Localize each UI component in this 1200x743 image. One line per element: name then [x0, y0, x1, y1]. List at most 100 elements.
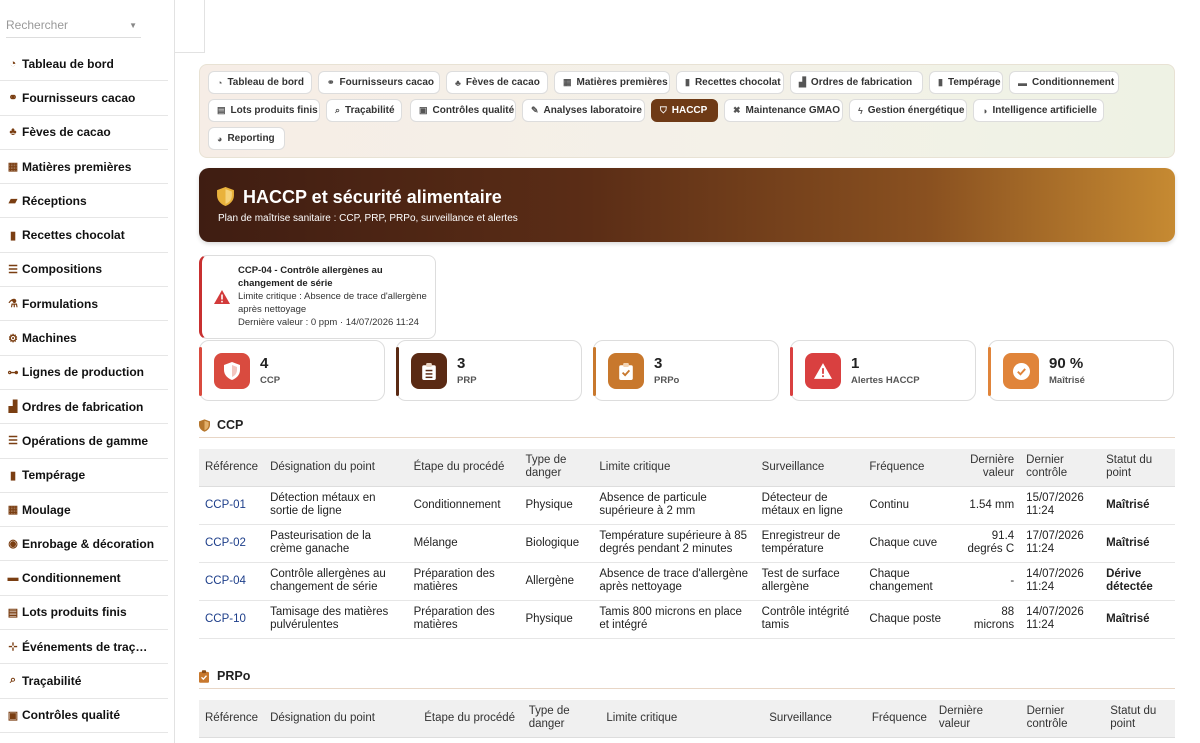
column-header[interactable]: Statut du point [1104, 700, 1175, 738]
kpi-card-alertes-haccp[interactable]: 1 Alertes HACCP [790, 340, 976, 401]
kpi-card-ma-tris-[interactable]: 90 % Maîtrisé [988, 340, 1174, 401]
sidebar-item-contrôles-qualité[interactable]: ▣ Contrôles qualité [0, 699, 168, 733]
column-header[interactable]: Étape du procédé [418, 700, 523, 738]
table-cell: Continu [863, 486, 954, 525]
sidebar-item-compositions[interactable]: ☰ Compositions [0, 253, 168, 288]
column-header[interactable]: Limite critique [600, 700, 764, 738]
table-cell: 88 microns [953, 600, 1021, 639]
status-badge: Dérive détectée [1100, 562, 1175, 601]
gears-icon: ⚙ [8, 332, 18, 345]
column-header[interactable]: Fréquence [863, 449, 954, 487]
sidebar-item-lots-produits-finis[interactable]: ▤ Lots produits finis [0, 596, 168, 631]
tab-traçabilité[interactable]: ⌕ Traçabilité [326, 99, 402, 122]
ccp-reference-link[interactable]: CCP-02 [199, 524, 265, 563]
table-row[interactable]: CCP-04 Contrôle allergènes au changement … [199, 562, 1175, 601]
column-header[interactable]: Statut du point [1100, 449, 1175, 487]
column-header[interactable]: Désignation du point [264, 449, 408, 487]
column-header[interactable]: Type de danger [522, 700, 601, 738]
sidebar-item-opérations-de-gamme[interactable]: ☰ Opérations de gamme [0, 424, 168, 459]
tab-matières-premières[interactable]: ▦ Matières premières [554, 71, 670, 94]
sidebar-item-label: Opérations de gamme [22, 433, 149, 448]
sidebar-item-traçabilité[interactable]: ⌕ Traçabilité [0, 664, 168, 699]
column-header[interactable]: Désignation du point [264, 700, 419, 738]
column-header[interactable]: Dernier contrôle [1020, 700, 1105, 738]
tab-tempérage[interactable]: ▮ Tempérage [929, 71, 1003, 94]
sidebar-item-moulage[interactable]: ▦ Moulage [0, 493, 168, 528]
sitemap-icon: ⊶ [7, 366, 19, 379]
sidebar-item-label: Contrôles qualité [22, 708, 121, 723]
tab-conditionnement[interactable]: ▬ Conditionnement [1009, 71, 1119, 94]
tab-gestion-énergétique[interactable]: ϟ Gestion énergétique [849, 99, 967, 122]
list-icon: ☰ [8, 435, 18, 448]
tab-tableau-de-bord[interactable]: ◔ Tableau de bord [208, 71, 312, 94]
column-header[interactable]: Référence [199, 700, 265, 738]
table-row[interactable]: CCP-10 Tamisage des matières pulvérulente… [199, 600, 1175, 639]
table-cell: Contrôle intégrité tamis [755, 600, 864, 639]
search-select[interactable]: Rechercher ▼ [6, 18, 141, 38]
tab-ordres-de-fabrication[interactable]: ▟ Ordres de fabrication [790, 71, 923, 94]
column-header[interactable]: Fréquence [865, 700, 933, 738]
sidebar-item-machines[interactable]: ⚙ Machines [0, 321, 168, 356]
gauge-icon: ◔ [217, 77, 223, 88]
tab-label: Analyses laboratoire [543, 105, 642, 116]
tab-fèves-de-cacao[interactable]: ♣ Fèves de cacao [446, 71, 548, 94]
sidebar-item-tableau-de-bord[interactable]: ◔ Tableau de bord [0, 47, 168, 82]
haccp-alert-card[interactable]: CCP-04 - Contrôle allergènes au changeme… [199, 255, 436, 339]
column-header[interactable]: Surveillance [763, 700, 866, 738]
list-icon: ☰ [8, 263, 18, 276]
sidebar-item-recettes-chocolat[interactable]: ▮ Recettes chocolat [0, 218, 168, 253]
sidebar-item-ordres-de-fabrication[interactable]: ▟ Ordres de fabrication [0, 390, 168, 425]
sidebar-item-matières-premières[interactable]: ▦ Matières premières [0, 150, 168, 185]
sidebar-item-réceptions[interactable]: ▰ Réceptions [0, 184, 168, 219]
section-title: CCP [217, 418, 244, 432]
sidebar-item-événements-de-traç-[interactable]: ⊹ Événements de traç… [0, 630, 168, 665]
column-header[interactable]: Dernière valeur [953, 449, 1021, 487]
tab-reporting[interactable]: ◕ Reporting [208, 127, 285, 150]
ccp-reference-link[interactable]: CCP-04 [199, 562, 265, 601]
column-header[interactable]: Dernière valeur [932, 700, 1021, 738]
tab-fournisseurs-cacao[interactable]: ⚭ Fournisseurs cacao [318, 71, 440, 94]
table-cell: Chaque poste [863, 600, 954, 639]
table-row[interactable]: CCP-02 Pasteurisation de la crème ganache… [199, 524, 1175, 563]
check-circle-icon [1003, 353, 1039, 389]
tab-analyses-laboratoire[interactable]: ✎ Analyses laboratoire [522, 99, 645, 122]
column-header[interactable]: Dernier contrôle [1020, 449, 1101, 487]
ccp-reference-link[interactable]: CCP-01 [199, 486, 265, 525]
column-header[interactable]: Surveillance [755, 449, 864, 487]
table-row[interactable]: CCP-01 Détection métaux en sortie de lign… [199, 486, 1175, 525]
sidebar-item-fèves-de-cacao[interactable]: ♣ Fèves de cacao [0, 116, 168, 150]
sidebar-item-label: Ordres de fabrication [22, 399, 144, 414]
kpi-accent-stripe [790, 347, 793, 396]
kpi-card-prpo[interactable]: 3 PRPo [593, 340, 779, 401]
page-subtitle: Plan de maîtrise sanitaire : CCP, PRP, P… [218, 213, 518, 224]
column-header[interactable]: Limite critique [593, 449, 756, 487]
tab-haccp[interactable]: ⛉ HACCP [651, 99, 718, 122]
page-header-banner: HACCP et sécurité alimentaire Plan de ma… [199, 168, 1175, 242]
warning-icon [805, 353, 841, 389]
cookie-icon: ◉ [8, 538, 18, 551]
table-cell: Conditionnement [407, 486, 520, 525]
column-header[interactable]: Étape du procédé [407, 449, 520, 487]
column-header[interactable]: Type de danger [519, 449, 594, 487]
sidebar-item-conditionnement[interactable]: ▬ Conditionnement [0, 561, 168, 596]
table-cell: Tamis 800 microns en place et intégré [593, 600, 756, 639]
kpi-card-ccp[interactable]: 4 CCP [199, 340, 385, 401]
kpi-card-prp[interactable]: 3 PRP [396, 340, 582, 401]
tab-intelligence-artificielle[interactable]: ◑ Intelligence artificielle [973, 99, 1104, 122]
tab-maintenance-gmao[interactable]: ✖ Maintenance GMAO [724, 99, 843, 122]
sidebar-item-lignes-de-production[interactable]: ⊶ Lignes de production [0, 356, 168, 390]
kpi-value: 90 % [1049, 355, 1084, 372]
sidebar-item-formulations[interactable]: ⚗ Formulations [0, 287, 168, 322]
sidebar-item-enrobage-décoration[interactable]: ◉ Enrobage & décoration [0, 527, 168, 562]
sidebar-item-tempérage[interactable]: ▮ Tempérage [0, 459, 168, 493]
tab-recettes-chocolat[interactable]: ▮ Recettes chocolat [676, 71, 784, 94]
sidebar-item-label: Tempérage [22, 468, 86, 483]
table-cell: Pasteurisation de la crème ganache [264, 524, 408, 563]
sidebar-item-fournisseurs-cacao[interactable]: ⚭ Fournisseurs cacao [0, 81, 168, 116]
tab-lots-produits-finis[interactable]: ▤ Lots produits finis [208, 99, 320, 122]
search-icon: ⌕ [335, 105, 341, 115]
column-header[interactable]: Référence [199, 449, 265, 487]
tab-contrôles-qualité[interactable]: ▣ Contrôles qualité [410, 99, 516, 122]
ccp-reference-link[interactable]: CCP-10 [199, 600, 265, 639]
tab-label: Conditionnement [1032, 77, 1115, 88]
